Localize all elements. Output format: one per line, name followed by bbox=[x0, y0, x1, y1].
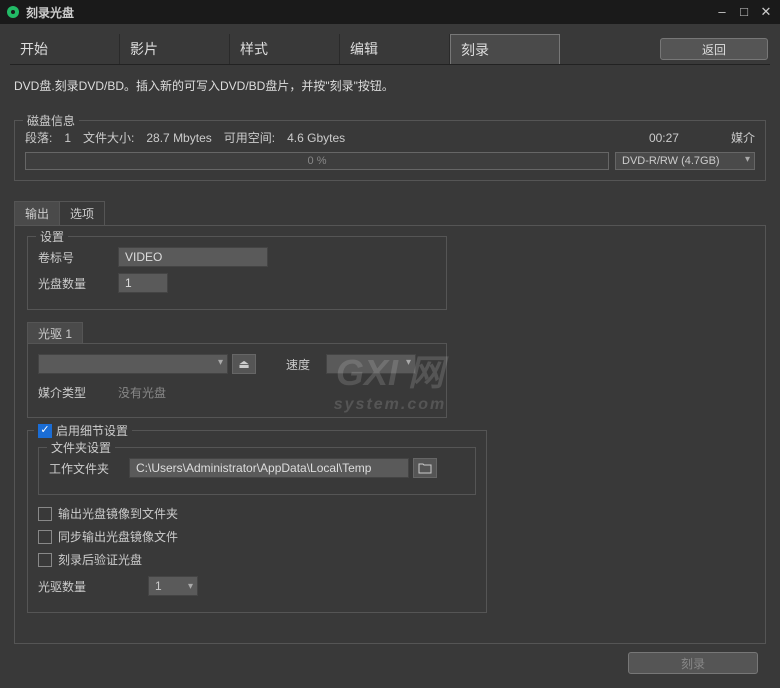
drive-tab-1[interactable]: 光驱 1 bbox=[27, 322, 83, 344]
tab-movie[interactable]: 影片 bbox=[120, 34, 230, 64]
page-description: DVD盘.刻录DVD/BD。插入新的可写入DVD/BD盘片，并按"刻录"按钮。 bbox=[10, 65, 770, 114]
close-button[interactable]: ✕ bbox=[758, 4, 774, 20]
filesize-label: 文件大小: bbox=[83, 129, 134, 146]
tab-edit[interactable]: 编辑 bbox=[340, 34, 450, 64]
sync-output-checkbox[interactable] bbox=[38, 530, 52, 544]
burn-button[interactable]: 刻录 bbox=[628, 652, 758, 674]
tab-start[interactable]: 开始 bbox=[10, 34, 120, 64]
eject-icon: ⏏ bbox=[238, 357, 249, 371]
settings-legend: 设置 bbox=[36, 228, 68, 245]
work-folder-label: 工作文件夹 bbox=[49, 460, 129, 477]
folder-settings-group: 文件夹设置 工作文件夹 bbox=[38, 447, 476, 495]
main-tabs: 开始 影片 样式 编辑 刻录 返回 bbox=[10, 34, 770, 65]
media-select[interactable]: DVD-R/RW (4.7GB) bbox=[615, 152, 755, 170]
drive-count-select[interactable]: 1 bbox=[148, 576, 198, 596]
segments-value: 1 bbox=[64, 131, 71, 145]
subtab-options[interactable]: 选项 bbox=[59, 201, 105, 225]
folder-settings-legend: 文件夹设置 bbox=[47, 439, 115, 456]
available-value: 4.6 Gbytes bbox=[287, 131, 345, 145]
drive-count-label: 光驱数量 bbox=[38, 578, 148, 595]
output-panel: 设置 卷标号 光盘数量 光驱 1 ⏏ 速度 bbox=[14, 225, 766, 644]
enable-detail-label: 启用细节设置 bbox=[56, 422, 128, 439]
return-button[interactable]: 返回 bbox=[660, 38, 768, 60]
volume-input[interactable] bbox=[118, 247, 268, 267]
tab-style[interactable]: 样式 bbox=[230, 34, 340, 64]
disc-info-group: 磁盘信息 段落: 1 文件大小: 28.7 Mbytes 可用空间: 4.6 G… bbox=[14, 120, 766, 181]
available-label: 可用空间: bbox=[224, 129, 275, 146]
speed-select[interactable] bbox=[326, 354, 416, 374]
browse-folder-button[interactable] bbox=[413, 458, 437, 478]
disc-info-legend: 磁盘信息 bbox=[23, 112, 79, 129]
media-type-value: 没有光盘 bbox=[118, 384, 166, 401]
maximize-button[interactable]: □ bbox=[736, 4, 752, 20]
minimize-button[interactable]: – bbox=[714, 4, 730, 20]
media-type-label: 媒介类型 bbox=[38, 384, 118, 401]
drive-group: ⏏ 速度 媒介类型 没有光盘 bbox=[27, 343, 447, 418]
segments-label: 段落: bbox=[25, 129, 52, 146]
media-select-value: DVD-R/RW (4.7GB) bbox=[622, 155, 720, 167]
copies-label: 光盘数量 bbox=[38, 275, 118, 292]
titlebar: 刻录光盘 – □ ✕ bbox=[0, 0, 780, 24]
output-folder-checkbox[interactable] bbox=[38, 507, 52, 521]
volume-label: 卷标号 bbox=[38, 249, 118, 266]
disc-time: 00:27 bbox=[649, 131, 679, 145]
eject-button[interactable]: ⏏ bbox=[232, 354, 256, 374]
filesize-value: 28.7 Mbytes bbox=[146, 131, 211, 145]
verify-checkbox[interactable] bbox=[38, 553, 52, 567]
speed-label: 速度 bbox=[286, 356, 326, 373]
folder-icon bbox=[418, 462, 432, 474]
settings-group: 设置 卷标号 光盘数量 bbox=[27, 236, 447, 310]
copies-input[interactable] bbox=[118, 273, 168, 293]
progress-bar: 0 % bbox=[25, 152, 609, 170]
output-subtabs: 输出 选项 bbox=[14, 201, 766, 225]
media-label: 媒介 bbox=[731, 129, 755, 146]
output-folder-label: 输出光盘镜像到文件夹 bbox=[58, 505, 178, 522]
tab-burn[interactable]: 刻录 bbox=[450, 34, 560, 64]
drive-select[interactable] bbox=[38, 354, 228, 374]
window-title: 刻录光盘 bbox=[26, 4, 714, 21]
detail-group: 启用细节设置 文件夹设置 工作文件夹 输出光盘镜像到文件夹 bbox=[27, 430, 487, 613]
enable-detail-checkbox[interactable] bbox=[38, 424, 52, 438]
work-folder-input[interactable] bbox=[129, 458, 409, 478]
sync-output-label: 同步输出光盘镜像文件 bbox=[58, 528, 178, 545]
app-icon bbox=[6, 5, 20, 19]
subtab-output[interactable]: 输出 bbox=[14, 201, 60, 225]
progress-percent: 0 % bbox=[308, 155, 327, 167]
verify-label: 刻录后验证光盘 bbox=[58, 551, 142, 568]
